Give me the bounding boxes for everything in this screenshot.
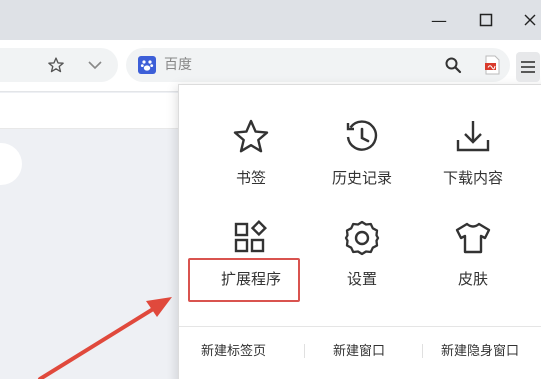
menu-tile-settings[interactable]: 设置 (307, 218, 417, 308)
extensions-highlight-box (188, 258, 300, 302)
pdf-icon[interactable] (482, 55, 502, 75)
new-window-link[interactable]: 新建窗口 (333, 340, 385, 362)
new-incognito-window-link[interactable]: 新建隐身窗口 (441, 340, 519, 362)
new-tab-link[interactable]: 新建标签页 (201, 340, 266, 362)
minimize-button[interactable]: — (424, 6, 454, 34)
menu-tile-downloads[interactable]: 下载内容 (418, 117, 528, 207)
extensions-icon (234, 220, 267, 253)
menu-divider (179, 326, 541, 327)
close-icon (524, 14, 536, 26)
link-divider (304, 344, 305, 358)
star-icon (48, 57, 64, 73)
settings-icon (344, 220, 380, 256)
baidu-paw-icon[interactable] (138, 56, 156, 74)
tile-label: 设置 (346, 270, 377, 288)
minimize-icon: — (431, 10, 447, 30)
tile-label: 皮肤 (457, 270, 488, 288)
title-bar: — (0, 0, 541, 40)
chevron-down-icon (88, 61, 102, 70)
star-icon (233, 119, 269, 153)
tile-label: 历史记录 (331, 169, 392, 187)
search-box[interactable] (126, 48, 510, 82)
link-divider (422, 344, 423, 358)
address-dropdown-button[interactable] (84, 48, 106, 82)
menu-button[interactable] (516, 52, 540, 82)
tile-label: 书签 (235, 169, 266, 187)
search-input[interactable] (164, 54, 454, 76)
download-icon (456, 121, 490, 152)
menu-tile-bookmarks[interactable]: 书签 (196, 117, 306, 207)
menu-tile-history[interactable]: 历史记录 (307, 117, 417, 207)
maximize-button[interactable] (471, 6, 501, 34)
bookmark-star-button[interactable] (44, 48, 68, 82)
close-button[interactable] (515, 6, 541, 34)
page-header-strip (0, 93, 180, 129)
menu-tile-skin[interactable]: 皮肤 (418, 218, 528, 308)
search-icon[interactable] (444, 56, 462, 74)
skin-icon (455, 222, 491, 254)
tile-label: 下载内容 (442, 169, 503, 187)
history-icon (346, 120, 378, 151)
page-search-field[interactable] (0, 143, 22, 185)
maximize-icon (479, 13, 493, 27)
menu-icon (521, 61, 535, 73)
